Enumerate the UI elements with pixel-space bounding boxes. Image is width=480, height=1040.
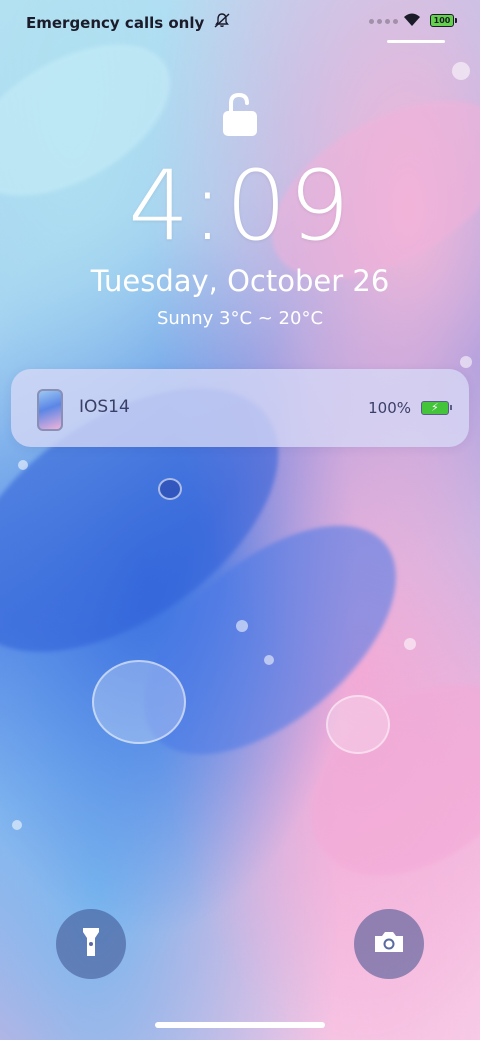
status-indicator-bar: [387, 40, 445, 43]
camera-icon: [373, 930, 405, 958]
lockscreen-date: Tuesday, October 26: [90, 264, 390, 298]
flashlight-icon: [81, 926, 101, 962]
wallpaper-bubble: [92, 660, 186, 744]
home-indicator[interactable]: [155, 1022, 325, 1028]
flashlight-button[interactable]: [56, 909, 126, 979]
charging-battery-icon: ⚡: [421, 401, 452, 415]
wallpaper-bubble: [236, 620, 248, 632]
battery-level: 100: [433, 16, 451, 25]
battery-icon: 100: [430, 14, 457, 27]
notification-battery-percent: 100%: [368, 399, 411, 417]
wallpaper-bubble: [264, 655, 274, 665]
wallpaper-bubble: [158, 478, 182, 500]
carrier-status: Emergency calls only: [26, 13, 230, 32]
wallpaper-bubble: [460, 356, 472, 368]
muted-bell-icon: [214, 13, 230, 32]
wallpaper-bubble: [12, 820, 22, 830]
wallpaper-bubble: [404, 638, 416, 650]
wallpaper-bubble: [326, 695, 390, 754]
wallpaper-bubble: [452, 62, 470, 80]
lockscreen-weather: Sunny 3°C ~ 20°C: [156, 308, 324, 329]
wallpaper-bubble: [18, 460, 28, 470]
unlocked-padlock-icon: [222, 92, 258, 136]
signal-strength-icon: [369, 19, 398, 24]
camera-button[interactable]: [354, 909, 424, 979]
phone-thumbnail-icon: [37, 389, 63, 431]
wifi-icon: [402, 12, 422, 31]
notification-card[interactable]: IOS14 100% ⚡: [11, 369, 469, 447]
lockscreen-clock: 4:09: [128, 150, 352, 262]
status-bar: Emergency calls only 100: [0, 0, 480, 44]
notification-title: IOS14: [79, 397, 130, 417]
carrier-label: Emergency calls only: [26, 14, 205, 32]
